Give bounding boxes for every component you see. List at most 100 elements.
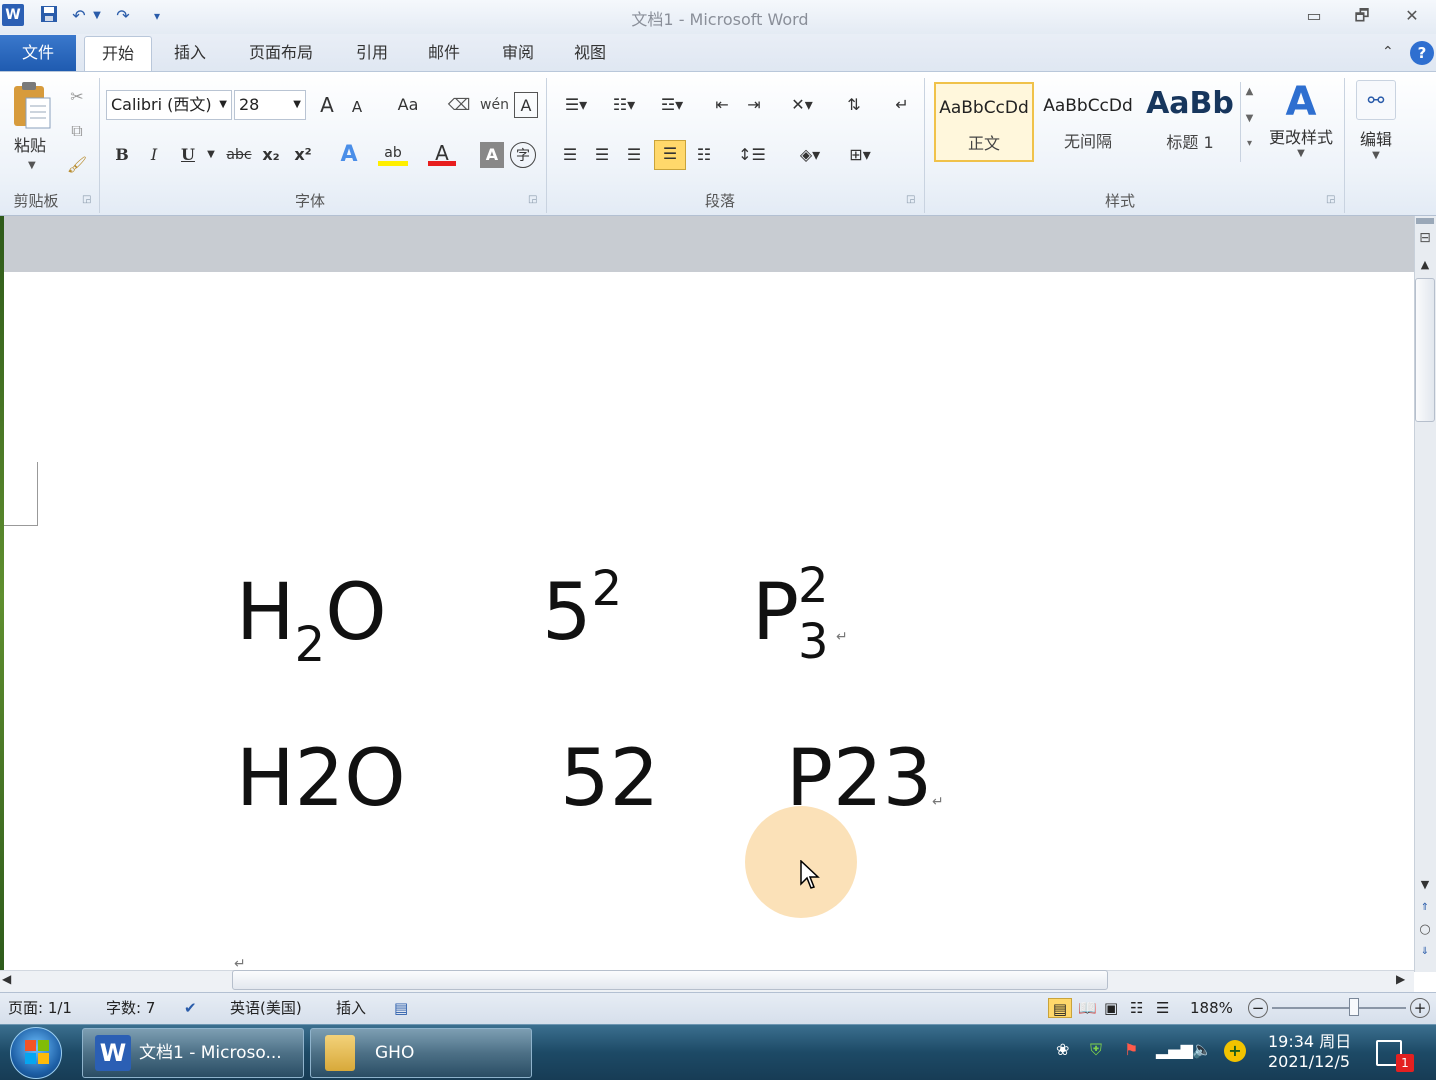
scroll-left-icon[interactable]: ◀ <box>2 972 11 986</box>
prev-page-icon[interactable]: ⇑ <box>1416 902 1434 913</box>
minimize-button[interactable]: ▭ <box>1294 4 1334 28</box>
plain-h2o[interactable]: H2O <box>236 740 406 818</box>
copy-icon[interactable]: ⧉ <box>64 118 90 144</box>
action-center-flag-icon[interactable]: ⚑ <box>1124 1040 1138 1059</box>
zoom-level[interactable]: 188% <box>1190 998 1233 1018</box>
distributed-icon[interactable]: ☷ <box>690 142 718 168</box>
split-handle[interactable] <box>1416 218 1434 224</box>
clear-format-icon[interactable]: ⌫ <box>446 92 472 118</box>
taskbar-folder-button[interactable]: GHO <box>310 1028 532 1078</box>
decrease-indent-icon[interactable]: ⇤ <box>708 92 736 118</box>
tab-home[interactable]: 开始 <box>84 36 152 72</box>
undo-icon[interactable]: ↶ <box>68 5 90 27</box>
horizontal-scroll-thumb[interactable] <box>232 970 1108 990</box>
char-shading-icon[interactable]: A <box>480 142 504 168</box>
format-painter-icon[interactable]: 🖌 <box>64 152 90 178</box>
shrink-font-icon[interactable]: A <box>346 94 368 120</box>
sort-icon[interactable]: ⇅ <box>840 92 868 118</box>
customize-qat-icon[interactable]: ▾ <box>146 5 168 27</box>
phonetic-guide-icon[interactable]: wén <box>480 92 509 118</box>
tab-file[interactable]: 文件 <box>0 35 76 71</box>
taskbar-word-button[interactable]: W 文档1 - Microso... <box>82 1028 304 1078</box>
print-layout-icon[interactable]: ▤ <box>1048 998 1072 1018</box>
text-effects-icon[interactable]: A <box>334 142 364 168</box>
vertical-scroll-thumb[interactable] <box>1415 278 1435 422</box>
browse-object-icon[interactable]: ○ <box>1416 922 1434 937</box>
grow-font-icon[interactable]: A <box>314 92 340 118</box>
network-icon[interactable]: ▂▄▆ <box>1156 1040 1193 1059</box>
font-launcher-icon[interactable]: ◲ <box>528 194 537 205</box>
macro-record-icon[interactable]: ▤ <box>394 998 408 1018</box>
help-icon[interactable]: ? <box>1410 41 1434 65</box>
italic-button[interactable]: I <box>142 142 166 168</box>
save-icon[interactable] <box>38 5 60 27</box>
style-no-spacing[interactable]: AaBbCcDd 无间隔 <box>1038 82 1138 162</box>
increase-indent-icon[interactable]: ⇥ <box>740 92 768 118</box>
font-size-combo[interactable]: 28 ▼ <box>234 90 306 120</box>
superscript-button[interactable]: x² <box>290 142 316 168</box>
tab-insert[interactable]: 插入 <box>162 36 218 72</box>
outline-view-icon[interactable]: ☷ <box>1130 998 1143 1018</box>
shading-icon[interactable]: ◈▾ <box>790 142 830 168</box>
chinese-layout-icon[interactable]: ✕▾ <box>784 92 820 118</box>
draft-view-icon[interactable]: ☰ <box>1156 998 1169 1018</box>
font-name-combo[interactable]: Calibri (西文) ▼ <box>106 90 232 120</box>
paste-dropdown-icon[interactable]: ▼ <box>28 160 36 171</box>
multilevel-list-icon[interactable]: ☲▾ <box>652 92 692 118</box>
numbering-icon[interactable]: ☷▾ <box>604 92 644 118</box>
tab-page-layout[interactable]: 页面布局 <box>236 36 326 72</box>
bullets-icon[interactable]: ☰▾ <box>556 92 596 118</box>
underline-button[interactable]: U <box>176 142 200 168</box>
subscript-button[interactable]: x₂ <box>258 142 284 168</box>
bold-button[interactable]: B <box>110 142 134 168</box>
tab-review[interactable]: 审阅 <box>490 36 546 72</box>
enclose-char-icon[interactable]: 字 <box>510 142 536 168</box>
volume-icon[interactable]: 🔈 <box>1192 1040 1212 1059</box>
paste-button[interactable] <box>10 80 56 132</box>
change-case-button[interactable]: Aa <box>390 92 426 118</box>
web-layout-icon[interactable]: ▣ <box>1104 998 1118 1018</box>
tab-mailings[interactable]: 邮件 <box>416 36 472 72</box>
align-right-icon[interactable]: ☰ <box>620 142 648 168</box>
formula-h2o-formatted[interactable]: H2O <box>236 574 387 669</box>
tab-references[interactable]: 引用 <box>344 36 400 72</box>
formula-p-sup-sub[interactable]: P 2 3 ↵ <box>752 562 852 666</box>
close-button[interactable]: ✕ <box>1392 4 1432 28</box>
highlight-icon[interactable]: ab <box>378 140 408 166</box>
restore-button[interactable]: 🗗 <box>1342 4 1382 28</box>
font-color-icon[interactable]: A <box>428 140 456 166</box>
borders-icon[interactable]: ⊞▾ <box>840 142 880 168</box>
redo-icon[interactable]: ↷ <box>112 5 134 27</box>
line-spacing-icon[interactable]: ↕☰ <box>732 142 772 168</box>
styles-scroll[interactable]: ▲ ▼ ▾ <box>1240 82 1258 162</box>
word-count[interactable]: 字数: 7 <box>106 998 155 1018</box>
clock-time[interactable]: 19:34 周日 <box>1268 1028 1351 1052</box>
justify-icon[interactable]: ☰ <box>654 140 686 170</box>
scroll-up-icon[interactable]: ▲ <box>1416 258 1434 271</box>
clock-date[interactable]: 2021/12/5 <box>1268 1052 1350 1071</box>
paragraph-launcher-icon[interactable]: ◲ <box>906 194 915 205</box>
cut-icon[interactable]: ✂ <box>64 84 90 110</box>
tab-view[interactable]: 视图 <box>562 36 618 72</box>
tray-plus-icon[interactable]: + <box>1224 1040 1246 1062</box>
reading-view-icon[interactable]: 📖 <box>1078 998 1097 1018</box>
insert-mode[interactable]: 插入 <box>336 998 366 1018</box>
scroll-right-icon[interactable]: ▶ <box>1396 972 1405 986</box>
document-page[interactable] <box>4 272 1414 972</box>
change-styles-button[interactable]: A 更改样式 ▼ <box>1266 80 1336 159</box>
zoom-in-icon[interactable]: + <box>1410 998 1430 1018</box>
ruler-toggle-icon[interactable]: ⊟ <box>1416 230 1434 246</box>
char-border-icon[interactable]: A <box>514 92 538 118</box>
zoom-out-icon[interactable]: − <box>1248 998 1268 1018</box>
proofing-icon[interactable]: ✔ <box>184 998 197 1018</box>
strikethrough-button[interactable]: abc <box>224 142 254 168</box>
scroll-down-icon[interactable]: ▼ <box>1416 878 1434 891</box>
formula-5-squared[interactable]: 52 <box>542 565 622 652</box>
undo-dropdown-icon[interactable]: ▼ <box>90 5 104 27</box>
tray-app-icon[interactable]: ❀ <box>1056 1040 1069 1059</box>
clipboard-launcher-icon[interactable]: ◲ <box>82 194 91 205</box>
align-center-icon[interactable]: ☰ <box>588 142 616 168</box>
language-indicator[interactable]: 英语(美国) <box>230 998 302 1018</box>
style-heading-1[interactable]: AaBb 标题 1 <box>1140 82 1240 162</box>
next-page-icon[interactable]: ⇓ <box>1416 946 1434 957</box>
